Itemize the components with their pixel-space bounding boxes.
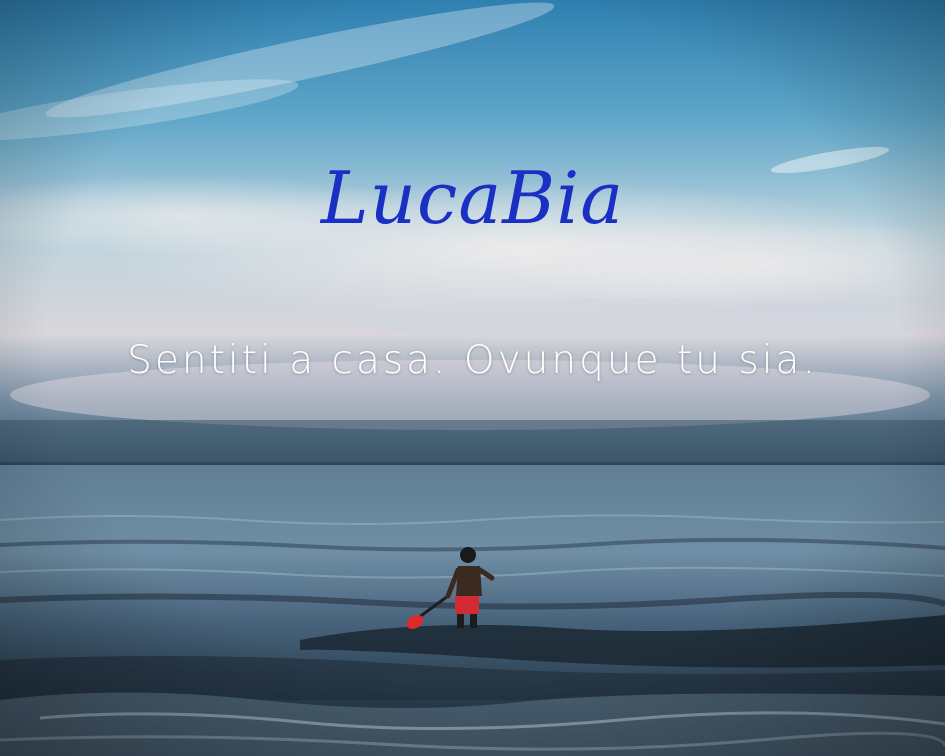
hero-scene: LucaBia Sentiti a casa. Ovunque tu sia. — [0, 0, 945, 756]
tagline: Sentiti a casa. Ovunque tu sia. — [127, 338, 818, 383]
brand-logo: LucaBia — [320, 156, 625, 240]
